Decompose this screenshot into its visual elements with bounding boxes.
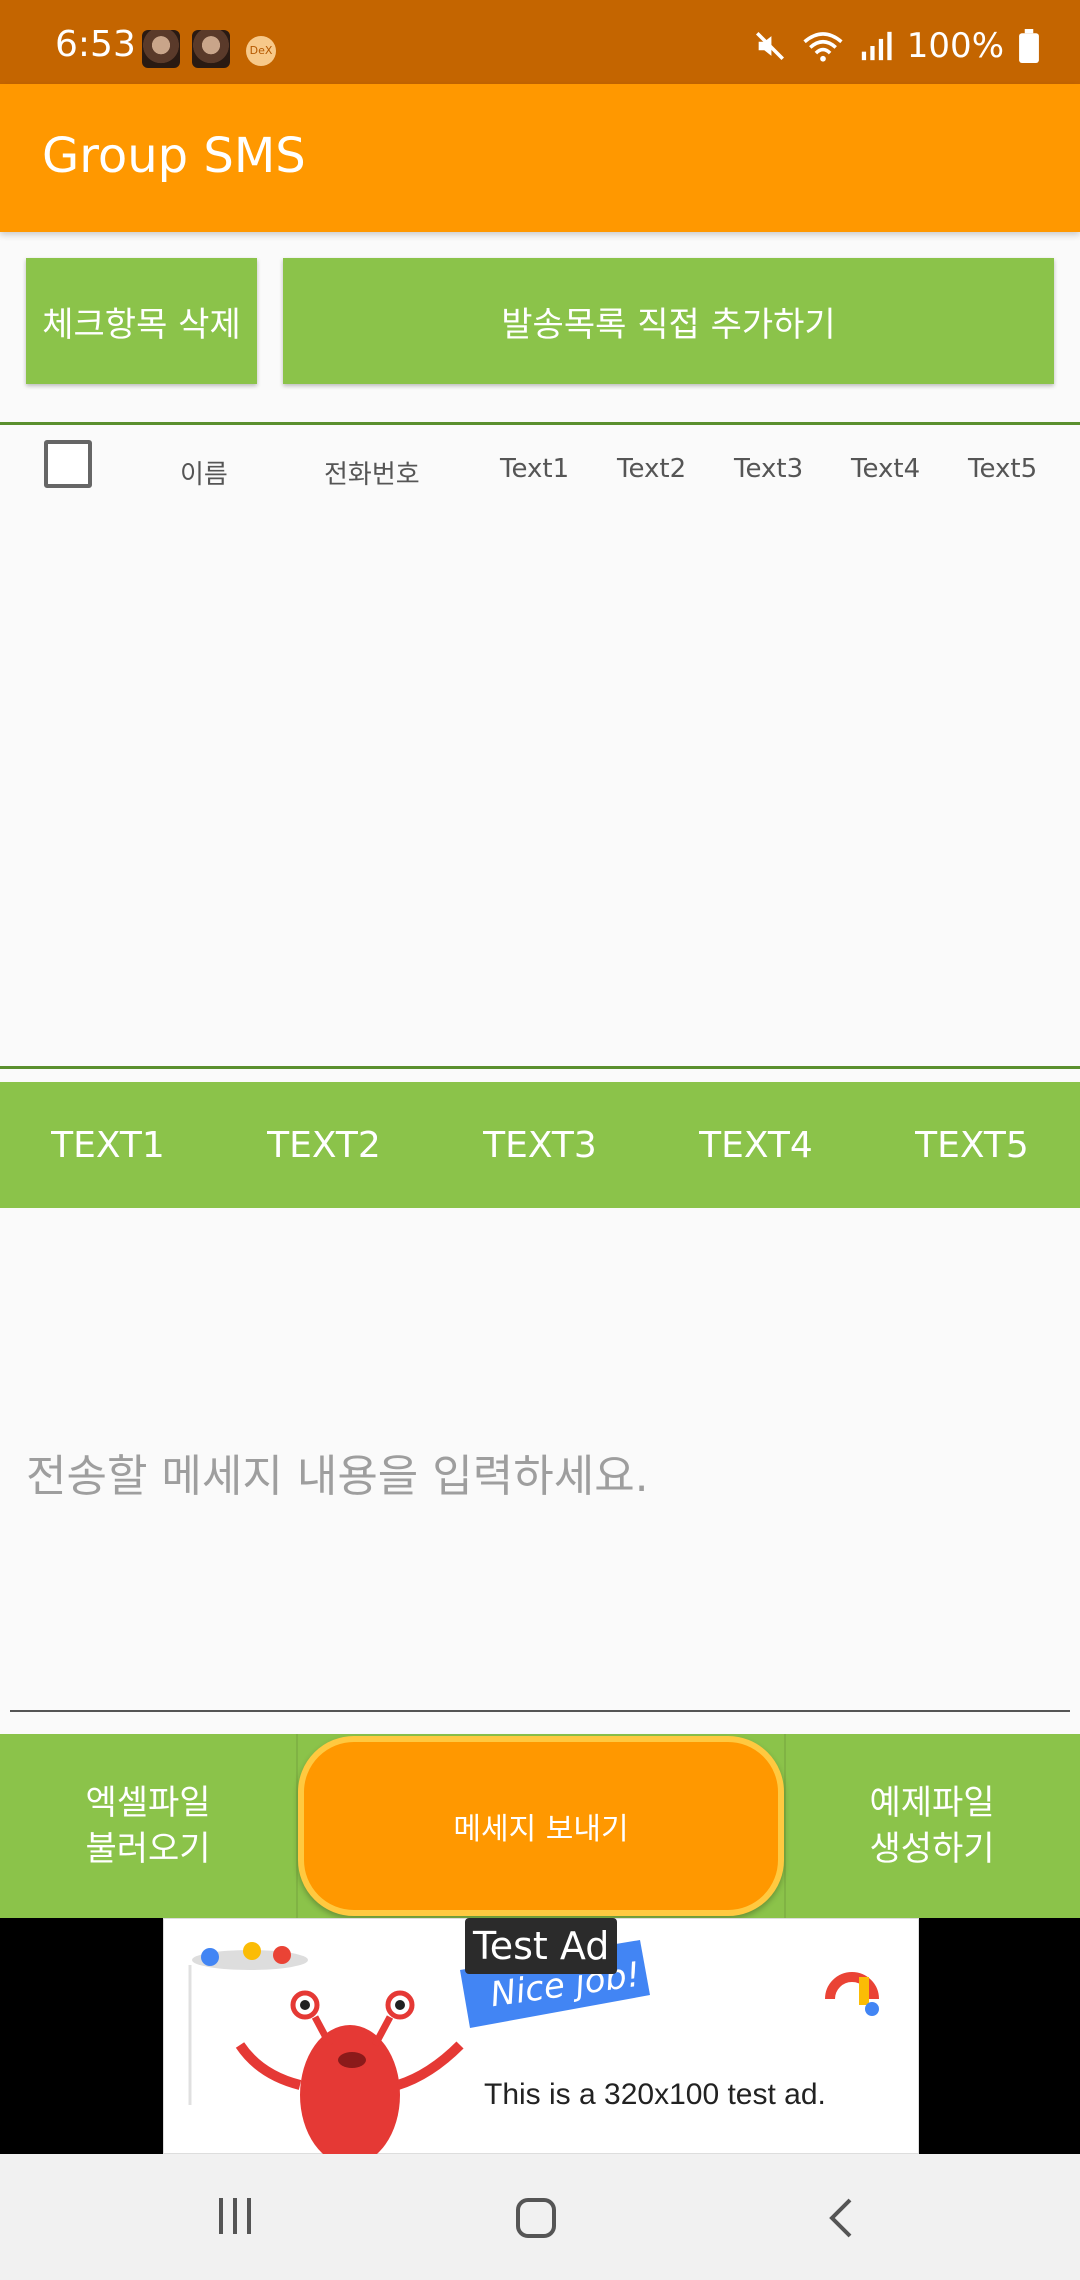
list-top-divider <box>0 422 1080 425</box>
header-text1: Text1 <box>500 454 570 484</box>
notification-avatar-icon <box>142 30 180 68</box>
back-icon[interactable] <box>820 2194 864 2242</box>
message-underline <box>10 1710 1070 1712</box>
header-text4: Text4 <box>851 454 921 484</box>
header-text5: Text5 <box>968 454 1038 484</box>
header-name: 이름 <box>180 460 228 490</box>
list-bottom-divider <box>0 1066 1080 1069</box>
system-nav-bar <box>0 2154 1080 2280</box>
add-recipient-button[interactable]: 발송목록 직접 추가하기 <box>283 258 1054 384</box>
delete-checked-button[interactable]: 체크항목 삭제 <box>26 258 257 384</box>
header-text2: Text2 <box>617 454 687 484</box>
ad-monster-icon <box>188 1942 464 2155</box>
signal-icon <box>861 31 892 61</box>
status-bar: 6:53 DeX 100% <box>0 0 1080 84</box>
create-sample-label-line1: 예제파일 <box>869 1783 995 1823</box>
dex-icon: DeX <box>246 36 276 66</box>
wifi-icon <box>803 32 843 62</box>
notification-avatar-icon <box>192 30 230 68</box>
header-phone: 전화번호 <box>324 460 420 490</box>
insert-text2-button[interactable]: TEXT2 <box>216 1082 432 1208</box>
load-excel-label-line2: 불러오기 <box>85 1829 211 1869</box>
ad-description: This is a 320x100 test ad. <box>484 2078 826 2111</box>
insert-text5-button[interactable]: TEXT5 <box>864 1082 1080 1208</box>
text-tag-bar: TEXT1 TEXT2 TEXT3 TEXT4 TEXT5 <box>0 1082 1080 1208</box>
insert-text3-button[interactable]: TEXT3 <box>432 1082 648 1208</box>
create-sample-button[interactable]: 예제파일 생성하기 <box>784 1734 1080 1918</box>
send-message-button[interactable]: 메세지 보내기 <box>298 1736 784 1916</box>
insert-text4-button[interactable]: TEXT4 <box>648 1082 864 1208</box>
header-text3: Text3 <box>734 454 804 484</box>
battery-icon <box>1019 29 1039 63</box>
load-excel-button[interactable]: 엑셀파일 불러오기 <box>0 1734 296 1918</box>
test-ad-label: Test Ad <box>465 1918 618 1974</box>
message-placeholder: 전송할 메세지 내용을 입력하세요. <box>26 1451 649 1502</box>
list-header: 이름 전화번호 Text1 Text2 Text3 Text4 Text5 <box>0 430 1080 510</box>
mute-icon <box>755 31 784 61</box>
home-icon[interactable] <box>512 2194 560 2242</box>
insert-text1-button[interactable]: TEXT1 <box>0 1082 216 1208</box>
status-time: 6:53 <box>55 24 136 65</box>
google-ads-logo-icon <box>825 1972 879 2016</box>
app-bar: Group SMS <box>0 84 1080 232</box>
app-title: Group SMS <box>42 128 306 184</box>
battery-percent: 100% <box>906 26 1004 66</box>
status-icons: 100% <box>753 26 1040 66</box>
recent-apps-icon[interactable] <box>213 2194 257 2238</box>
create-sample-label-line2: 생성하기 <box>869 1829 995 1869</box>
load-excel-label-line1: 엑셀파일 <box>85 1783 211 1823</box>
